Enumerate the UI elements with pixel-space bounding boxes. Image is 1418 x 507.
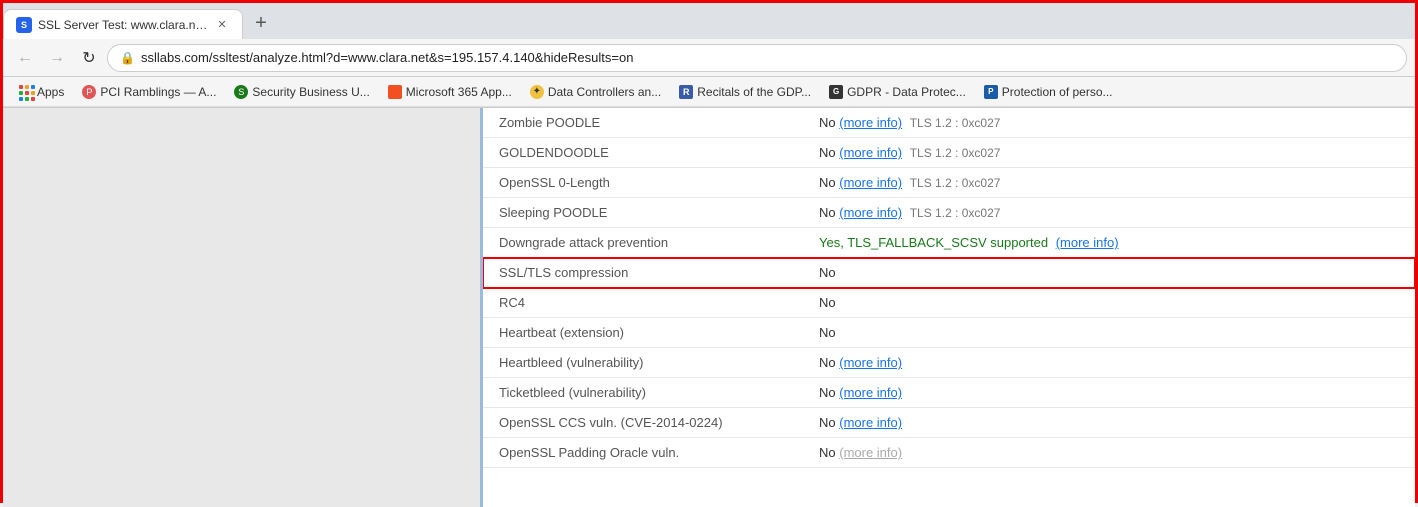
new-tab-button[interactable]: +	[247, 9, 275, 37]
bookmark-pci-label: PCI Ramblings — A...	[100, 85, 216, 99]
bookmarks-bar: Apps P PCI Ramblings — A... S Security B…	[3, 77, 1415, 107]
bookmark-gdpr-label: GDPR - Data Protec...	[847, 85, 966, 99]
left-panel	[3, 108, 483, 507]
bookmark-recitals-icon: R	[679, 85, 693, 99]
row-value: No (more info)	[803, 438, 1415, 468]
row-label: Heartbleed (vulnerability)	[483, 348, 803, 378]
table-row-ticketbleed: Ticketbleed (vulnerability) No (more inf…	[483, 378, 1415, 408]
bookmark-data-controllers-icon: ✦	[530, 85, 544, 99]
bookmark-protection-icon: P	[984, 85, 998, 99]
bookmark-apps-label: Apps	[37, 85, 64, 99]
row-label: OpenSSL Padding Oracle vuln.	[483, 438, 803, 468]
more-info-link[interactable]: (more info)	[839, 115, 902, 130]
table-row-openssl-ccs: OpenSSL CCS vuln. (CVE-2014-0224) No (mo…	[483, 408, 1415, 438]
row-label: Sleeping POODLE	[483, 198, 803, 228]
row-value: No	[803, 258, 1415, 288]
more-info-link[interactable]: (more info)	[1056, 235, 1119, 250]
row-value: No	[803, 288, 1415, 318]
more-info-link[interactable]: (more info)	[839, 415, 902, 430]
row-label: OpenSSL 0-Length	[483, 168, 803, 198]
more-info-link[interactable]: (more info)	[839, 145, 902, 160]
bookmark-microsoft[interactable]: Microsoft 365 App...	[380, 83, 520, 101]
page-content: Zombie POODLE No (more info) TLS 1.2 : 0…	[3, 108, 1415, 507]
right-panel: Zombie POODLE No (more info) TLS 1.2 : 0…	[483, 108, 1415, 507]
table-row: Zombie POODLE No (more info) TLS 1.2 : 0…	[483, 108, 1415, 138]
tab-title: SSL Server Test: www.clara.net (P...	[38, 18, 208, 32]
table-row-openssl-padding: OpenSSL Padding Oracle vuln. No (more in…	[483, 438, 1415, 468]
tls-info: TLS 1.2 : 0xc027	[910, 116, 1001, 130]
lock-icon: 🔒	[120, 51, 135, 65]
more-info-link[interactable]: (more info)	[839, 385, 902, 400]
row-label: GOLDENDOODLE	[483, 138, 803, 168]
bookmark-pci-icon: P	[82, 85, 96, 99]
row-value: No (more info)	[803, 348, 1415, 378]
bookmark-recitals[interactable]: R Recitals of the GDP...	[671, 83, 819, 101]
table-row-heartbeat: Heartbeat (extension) No	[483, 318, 1415, 348]
reload-button[interactable]: ↻	[75, 44, 103, 72]
apps-icon	[19, 85, 33, 99]
tls-info: TLS 1.2 : 0xc027	[910, 176, 1001, 190]
bookmark-security-icon: S	[234, 85, 248, 99]
positive-value: Yes, TLS_FALLBACK_SCSV supported	[819, 235, 1048, 250]
row-label: Ticketbleed (vulnerability)	[483, 378, 803, 408]
row-label: Downgrade attack prevention	[483, 228, 803, 258]
bookmark-protection[interactable]: P Protection of perso...	[976, 83, 1121, 101]
active-tab[interactable]: S SSL Server Test: www.clara.net (P... ✕	[3, 9, 243, 39]
more-info-link[interactable]: (more info)	[839, 355, 902, 370]
table-row: GOLDENDOODLE No (more info) TLS 1.2 : 0x…	[483, 138, 1415, 168]
results-table: Zombie POODLE No (more info) TLS 1.2 : 0…	[483, 108, 1415, 468]
address-bar[interactable]: 🔒 ssllabs.com/ssltest/analyze.html?d=www…	[107, 44, 1407, 72]
bookmark-pci[interactable]: P PCI Ramblings — A...	[74, 83, 224, 101]
more-info-link[interactable]: (more info)	[839, 205, 902, 220]
row-value: No (more info) TLS 1.2 : 0xc027	[803, 198, 1415, 228]
table-row: OpenSSL 0-Length No (more info) TLS 1.2 …	[483, 168, 1415, 198]
forward-button[interactable]: →	[43, 44, 71, 72]
row-value: No (more info)	[803, 408, 1415, 438]
more-info-link[interactable]: (more info)	[839, 445, 902, 460]
row-label: OpenSSL CCS vuln. (CVE-2014-0224)	[483, 408, 803, 438]
row-label: SSL/TLS compression	[483, 258, 803, 288]
bookmark-gdpr[interactable]: G GDPR - Data Protec...	[821, 83, 974, 101]
row-label: Zombie POODLE	[483, 108, 803, 138]
bookmark-protection-label: Protection of perso...	[1002, 85, 1113, 99]
row-value: No (more info) TLS 1.2 : 0xc027	[803, 138, 1415, 168]
table-row: Sleeping POODLE No (more info) TLS 1.2 :…	[483, 198, 1415, 228]
tls-info: TLS 1.2 : 0xc027	[910, 146, 1001, 160]
row-value: No (more info) TLS 1.2 : 0xc027	[803, 108, 1415, 138]
bookmark-apps[interactable]: Apps	[11, 83, 72, 101]
row-label: RC4	[483, 288, 803, 318]
bookmark-microsoft-label: Microsoft 365 App...	[406, 85, 512, 99]
row-value: Yes, TLS_FALLBACK_SCSV supported (more i…	[803, 228, 1415, 258]
tls-info: TLS 1.2 : 0xc027	[910, 206, 1001, 220]
url-text: ssllabs.com/ssltest/analyze.html?d=www.c…	[141, 50, 1394, 65]
row-value: No	[803, 318, 1415, 348]
bookmark-microsoft-icon	[388, 85, 402, 99]
more-info-link[interactable]: (more info)	[839, 175, 902, 190]
nav-bar: ← → ↻ 🔒 ssllabs.com/ssltest/analyze.html…	[3, 39, 1415, 77]
table-row-heartbleed: Heartbleed (vulnerability) No (more info…	[483, 348, 1415, 378]
table-row-rc4: RC4 No	[483, 288, 1415, 318]
tab-close-button[interactable]: ✕	[214, 17, 230, 33]
browser-chrome: S SSL Server Test: www.clara.net (P... ✕…	[3, 3, 1415, 108]
bookmark-gdpr-icon: G	[829, 85, 843, 99]
row-value: No (more info)	[803, 378, 1415, 408]
row-label: Heartbeat (extension)	[483, 318, 803, 348]
bookmark-security[interactable]: S Security Business U...	[226, 83, 377, 101]
tab-bar: S SSL Server Test: www.clara.net (P... ✕…	[3, 3, 1415, 39]
bookmark-data-controllers[interactable]: ✦ Data Controllers an...	[522, 83, 669, 101]
bookmark-security-label: Security Business U...	[252, 85, 369, 99]
back-button[interactable]: ←	[11, 44, 39, 72]
table-row-downgrade: Downgrade attack prevention Yes, TLS_FAL…	[483, 228, 1415, 258]
tab-favicon: S	[16, 17, 32, 33]
table-row-ssl-tls-compression: SSL/TLS compression No	[483, 258, 1415, 288]
bookmark-data-controllers-label: Data Controllers an...	[548, 85, 661, 99]
bookmark-recitals-label: Recitals of the GDP...	[697, 85, 811, 99]
row-value: No (more info) TLS 1.2 : 0xc027	[803, 168, 1415, 198]
